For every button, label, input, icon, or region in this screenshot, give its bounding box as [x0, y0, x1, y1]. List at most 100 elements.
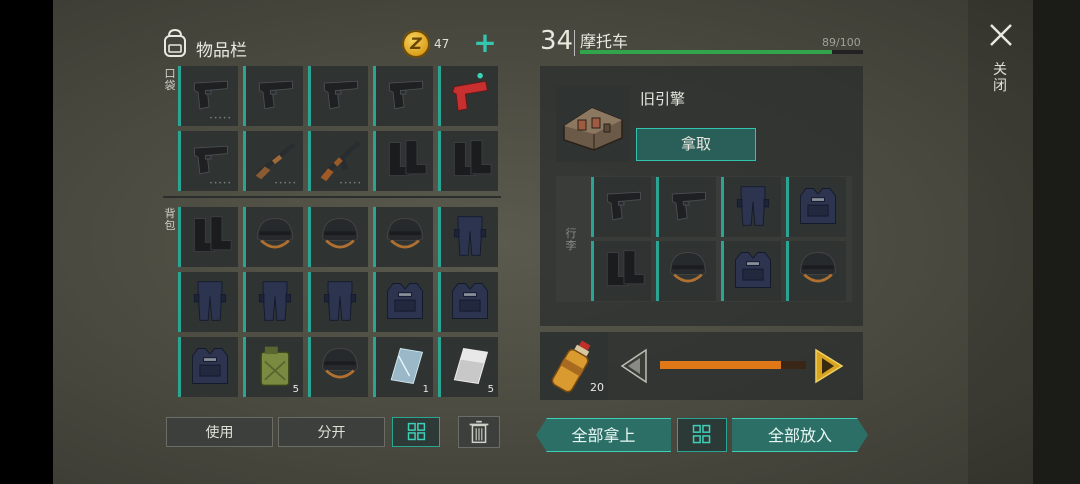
pistol-icon — [323, 80, 358, 110]
backpack-slot-pants[interactable] — [438, 207, 498, 267]
item-quantity: 5 — [292, 384, 299, 395]
discard-button[interactable] — [458, 416, 500, 448]
vest-icon — [735, 252, 771, 288]
backpack-slot-pants[interactable] — [243, 272, 303, 332]
pants-icon — [453, 216, 487, 256]
backpack-slot-helmet[interactable] — [373, 207, 433, 267]
take-all-button[interactable]: 全部拿上 — [536, 418, 671, 452]
pocket-slot-flare-gun[interactable] — [438, 66, 498, 126]
backpack-slot-helmet[interactable] — [308, 207, 368, 267]
backpack-slot-pants[interactable] — [308, 272, 368, 332]
engine-name: 旧引擎 — [640, 90, 686, 108]
backpack-slot-pants[interactable] — [178, 272, 238, 332]
durability-dots: ••••• — [274, 180, 297, 187]
pocket-slot-pistol[interactable] — [243, 66, 303, 126]
trunk-slot-vest[interactable] — [721, 241, 781, 301]
pistol-icon — [193, 145, 228, 175]
rifle-icon — [320, 140, 361, 182]
shotgun-icon — [255, 142, 296, 180]
pocket-slot-pistol[interactable] — [373, 66, 433, 126]
backpack-slot-vest[interactable] — [178, 337, 238, 397]
sort-button[interactable] — [392, 417, 440, 447]
grid-icon — [692, 424, 711, 444]
boots-icon — [388, 140, 427, 177]
fuel-increase-button[interactable] — [814, 348, 844, 384]
helmet-icon — [257, 218, 293, 249]
backpack-slot-vest[interactable] — [438, 272, 498, 332]
put-all-button[interactable]: 全部放入 — [732, 418, 868, 452]
pistol-icon — [606, 191, 641, 221]
split-button[interactable]: 分开 — [278, 417, 385, 447]
backpack-slot-glass-sheet[interactable]: 1 — [373, 337, 433, 397]
grid-icon — [407, 422, 426, 441]
trash-icon — [469, 420, 489, 444]
backpack-slot-metal-sheet[interactable]: 5 — [438, 337, 498, 397]
pistol-icon — [388, 80, 423, 110]
inventory-header: 物品栏 Z 47 + — [160, 28, 500, 62]
close-icon[interactable] — [988, 22, 1014, 48]
pocket-slot-boots[interactable] — [373, 131, 433, 191]
backpack-slot-helmet[interactable] — [243, 207, 303, 267]
jerrycan-icon — [260, 346, 290, 387]
backpack-slot-vest[interactable] — [373, 272, 433, 332]
fuel-decrease-button[interactable] — [618, 348, 648, 384]
vehicle-level: 34 — [540, 26, 574, 56]
vest-icon — [800, 188, 836, 224]
grid-divider — [163, 196, 501, 198]
pocket-slot-pistol[interactable]: ••••• — [178, 66, 238, 126]
backpack-label: 背包 — [164, 207, 176, 232]
trunk-slot-vest[interactable] — [786, 177, 846, 237]
backpack-icon — [164, 28, 186, 57]
pocket-slot-pistol[interactable] — [308, 66, 368, 126]
vehicle-name: 摩托车 — [580, 32, 629, 51]
durability-dots: ••••• — [209, 115, 232, 122]
item-quantity: 1 — [422, 384, 429, 395]
inventory-title: 物品栏 — [196, 41, 247, 61]
trunk-slot-pistol[interactable] — [591, 177, 651, 237]
item-quantity: 5 — [487, 384, 494, 395]
durability-dots: ••••• — [339, 180, 362, 187]
add-coins-button[interactable]: + — [472, 29, 498, 57]
metal-sheet-icon — [453, 348, 489, 384]
trunk-slot-pants[interactable] — [721, 177, 781, 237]
boots-icon — [606, 250, 645, 287]
helmet-icon — [322, 348, 358, 379]
coin-icon: Z — [402, 30, 430, 58]
helmet-icon — [800, 252, 836, 283]
fuel-slider-fill — [660, 361, 782, 369]
pistol-icon — [258, 80, 293, 110]
trunk-slot-boots[interactable] — [591, 241, 651, 301]
engine-slot[interactable] — [556, 86, 630, 162]
pocket-slot-shotgun[interactable]: ••••• — [243, 131, 303, 191]
pocket-label: 口袋 — [164, 67, 176, 92]
pants-icon — [193, 281, 227, 321]
backpack-slot-helmet[interactable] — [308, 337, 368, 397]
fuel-qty: 20 — [590, 381, 604, 394]
helmet-icon — [670, 252, 706, 283]
trunk-slot-pistol[interactable] — [656, 177, 716, 237]
trunk-slot-helmet[interactable] — [786, 241, 846, 301]
take-engine-button[interactable]: 拿取 — [636, 128, 756, 161]
use-button[interactable]: 使用 — [166, 417, 273, 447]
engine-icon — [563, 107, 623, 151]
vest-icon — [452, 283, 488, 319]
trunk-label: 行李 — [565, 227, 577, 252]
helmet-icon — [387, 218, 423, 249]
pocket-slot-boots[interactable] — [438, 131, 498, 191]
trunk-sort-button[interactable] — [677, 418, 727, 452]
pants-icon — [736, 186, 770, 226]
vehicle-hp-text: 89/100 — [822, 36, 861, 49]
pants-icon — [258, 281, 292, 321]
close-label[interactable]: 关闭 — [992, 62, 1008, 94]
backpack-slot-jerrycan[interactable]: 5 — [243, 337, 303, 397]
fuel-slider[interactable] — [660, 361, 806, 369]
coin-count: 47 — [434, 37, 450, 51]
trunk-slot-helmet[interactable] — [656, 241, 716, 301]
backpack-slot-boots[interactable] — [178, 207, 238, 267]
pocket-slot-pistol[interactable]: ••••• — [178, 131, 238, 191]
pants-icon — [323, 281, 357, 321]
screen-edge — [1033, 0, 1080, 484]
pocket-slot-rifle[interactable]: ••••• — [308, 131, 368, 191]
pistol-icon — [193, 80, 228, 110]
vehicle-hp-bar — [580, 50, 863, 54]
